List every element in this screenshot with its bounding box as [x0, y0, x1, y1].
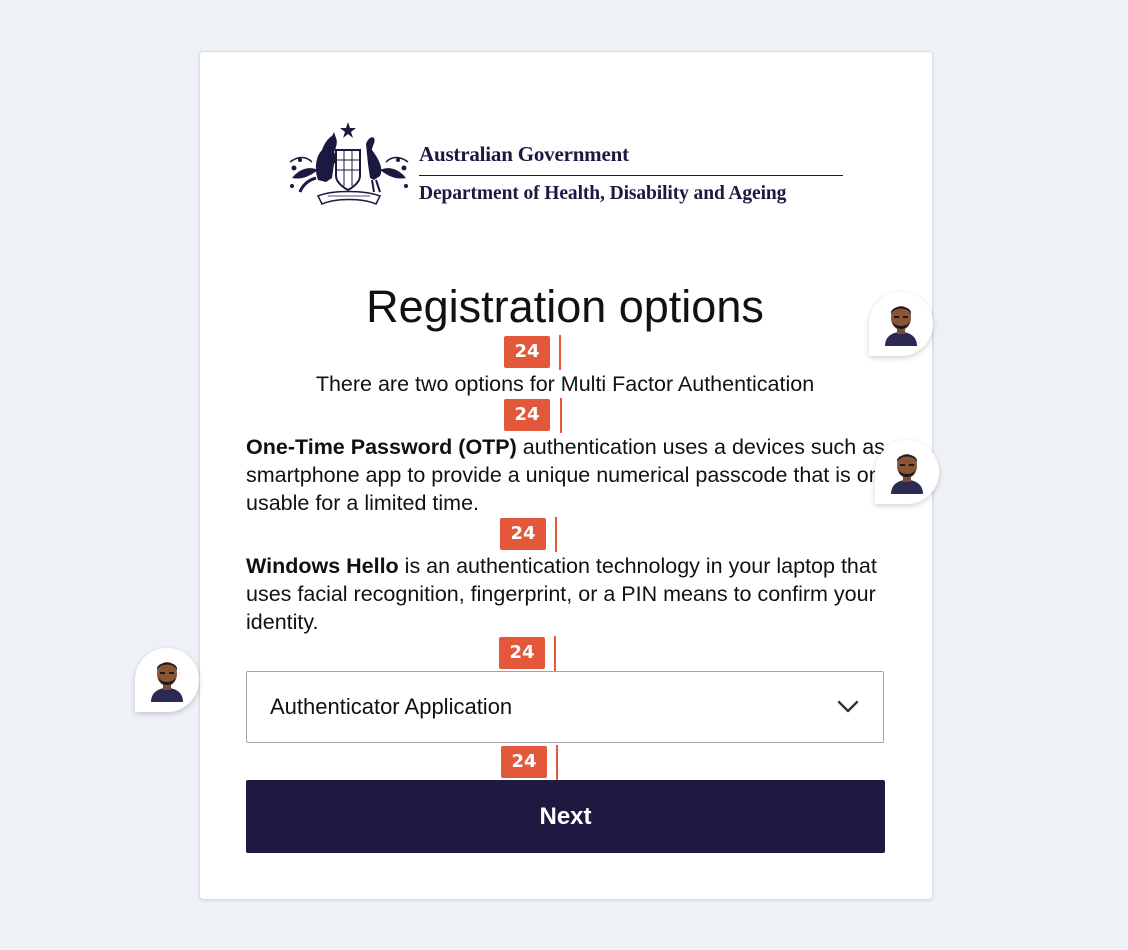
spacing-badge: 24 [504, 336, 550, 368]
intro-text: There are two options for Multi Factor A… [315, 372, 815, 396]
spacing-badge: 24 [499, 637, 545, 669]
government-logo: Australian Government Department of Heal… [288, 120, 848, 212]
mfa-method-select[interactable]: Authenticator Application [246, 671, 884, 743]
spacing-badge: 24 [500, 518, 546, 550]
next-button[interactable]: Next [246, 780, 885, 853]
agency-name: Australian Government [419, 142, 629, 166]
spacing-badge: 24 [504, 399, 550, 431]
coat-of-arms-icon [289, 122, 409, 205]
comment-avatar[interactable] [869, 292, 933, 356]
user-avatar-icon [151, 662, 183, 702]
spacing-line [560, 398, 562, 433]
spacing-badge: 24 [501, 746, 547, 778]
user-avatar-icon [891, 454, 923, 494]
windows-hello-term: Windows Hello [246, 554, 399, 578]
page-title: Registration options [366, 281, 764, 332]
spacing-line [555, 517, 557, 552]
chevron-down-icon [837, 700, 859, 713]
comment-avatar[interactable] [875, 440, 939, 504]
spacing-line [556, 745, 558, 780]
comment-avatar[interactable] [135, 648, 199, 712]
mfa-method-selected-value: Authenticator Application [270, 694, 513, 719]
spacing-line [554, 636, 556, 671]
logo-divider [419, 175, 843, 176]
department-name: Department of Health, Disability and Age… [419, 183, 787, 204]
user-avatar-icon [885, 306, 917, 346]
otp-term: One-Time Password (OTP) [246, 435, 517, 459]
spacing-line [559, 335, 561, 370]
windows-hello-description: Windows Hello is an authentication techn… [246, 552, 906, 636]
otp-description: One-Time Password (OTP) authentication u… [246, 433, 906, 517]
